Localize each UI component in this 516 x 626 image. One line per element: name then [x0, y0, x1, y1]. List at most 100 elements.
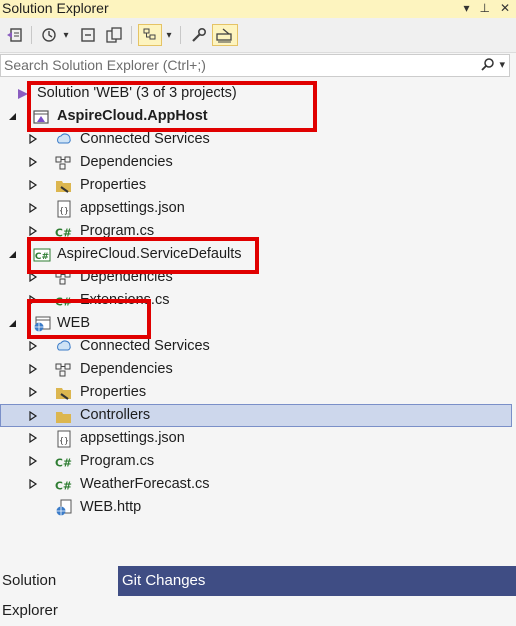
collapsed-arrow-icon[interactable]: [27, 455, 39, 467]
close-icon[interactable]: ✕: [500, 0, 510, 16]
csharp-file-icon: C#: [55, 223, 73, 241]
collapsed-arrow-icon[interactable]: [27, 432, 39, 444]
dependencies-icon: [55, 154, 73, 172]
history-dropdown-icon[interactable]: ▾: [61, 24, 71, 46]
connected-services-icon: [55, 131, 73, 149]
solution-icon: [14, 85, 32, 103]
sync-dropdown-icon[interactable]: ▾: [164, 24, 174, 46]
search-icons: ▾: [481, 57, 505, 71]
solution-node[interactable]: Solution 'WEB' (3 of 3 projects): [0, 82, 512, 105]
collapsed-arrow-icon[interactable]: [27, 179, 39, 191]
tree-item-label: Controllers: [80, 407, 151, 423]
dropdown-arrow-icon[interactable]: ▾: [463, 0, 469, 16]
expanded-arrow-icon[interactable]: [6, 248, 18, 260]
collapsed-arrow-icon[interactable]: [27, 202, 39, 214]
tree-item-properties[interactable]: Properties: [0, 381, 512, 404]
solution-label: Solution 'WEB' (3 of 3 projects): [37, 85, 237, 101]
svg-text:{}: {}: [59, 436, 69, 445]
tree-item-label: Properties: [80, 177, 147, 193]
project-web[interactable]: WEB: [0, 312, 512, 335]
tree-item-program-cs[interactable]: C# Program.cs: [0, 220, 512, 243]
tree-item-label: WEB.http: [80, 499, 142, 515]
tree-item-appsettings[interactable]: {} appsettings.json: [0, 197, 512, 220]
folder-icon: [55, 408, 73, 426]
tree-item-web-http[interactable]: WEB.http: [0, 496, 512, 519]
svg-text:{}: {}: [59, 206, 69, 215]
switch-views-icon[interactable]: [4, 24, 26, 46]
tree-item-controllers[interactable]: Controllers: [0, 404, 512, 427]
csharp-file-icon: C#: [55, 292, 73, 310]
svg-text:C#: C#: [55, 296, 72, 309]
tree-item-dependencies[interactable]: Dependencies: [0, 358, 512, 381]
collapsed-arrow-icon[interactable]: [27, 386, 39, 398]
tree-item-program-cs[interactable]: C# Program.cs: [0, 450, 512, 473]
web-label: WEB: [57, 315, 91, 331]
collapsed-arrow-icon[interactable]: [27, 410, 39, 422]
search-input[interactable]: [1, 55, 444, 75]
tree-item-label: Properties: [80, 384, 147, 400]
apphost-project-icon: [32, 108, 50, 126]
tree-item-label: Dependencies: [80, 361, 173, 377]
tree-item-appsettings[interactable]: {} appsettings.json: [0, 427, 512, 450]
svg-text:C#: C#: [35, 252, 49, 262]
collapse-all-icon[interactable]: [77, 24, 99, 46]
toolbar-separator: [131, 26, 132, 44]
collapsed-arrow-icon[interactable]: [27, 340, 39, 352]
toolbar-separator: [180, 26, 181, 44]
search-box: ▾: [0, 54, 510, 77]
tree-item-label: WeatherForecast.cs: [80, 476, 210, 492]
collapsed-arrow-icon[interactable]: [27, 225, 39, 237]
project-servicedefaults[interactable]: C# AspireCloud.ServiceDefaults: [0, 243, 512, 266]
window-title: Solution Explorer: [2, 0, 109, 16]
tree-item-label: Program.cs: [80, 453, 155, 469]
collapsed-arrow-icon[interactable]: [27, 294, 39, 306]
project-apphost[interactable]: AspireCloud.AppHost: [0, 105, 512, 128]
tree-item-connected-services[interactable]: Connected Services: [0, 128, 512, 151]
tree-item-label: Dependencies: [80, 154, 173, 170]
tree-item-weatherforecast-cs[interactable]: C# WeatherForecast.cs: [0, 473, 512, 496]
history-icon[interactable]: [38, 24, 60, 46]
json-file-icon: {}: [55, 200, 73, 218]
dependencies-icon: [55, 361, 73, 379]
svg-text:C#: C#: [55, 457, 72, 470]
servicedefaults-label: AspireCloud.ServiceDefaults: [57, 246, 242, 262]
tab-git-changes[interactable]: Git Changes: [120, 566, 207, 596]
tree-item-label: Connected Services: [80, 131, 210, 147]
dependencies-icon: [55, 269, 73, 287]
show-all-files-icon[interactable]: [103, 24, 125, 46]
tree-item-label: Dependencies: [80, 269, 173, 285]
json-file-icon: {}: [55, 430, 73, 448]
collapsed-arrow-icon[interactable]: [27, 478, 39, 490]
csharp-project-icon: C#: [33, 246, 51, 264]
expanded-arrow-icon[interactable]: [6, 110, 18, 122]
search-options-dropdown-icon[interactable]: ▾: [499, 58, 505, 71]
search-icon[interactable]: [481, 57, 495, 71]
toolbar-separator: [31, 26, 32, 44]
properties-icon[interactable]: [188, 24, 210, 46]
csharp-file-icon: C#: [55, 476, 73, 494]
tree-item-dependencies[interactable]: Dependencies: [0, 266, 512, 289]
sync-icon[interactable]: [138, 24, 162, 46]
tree-item-properties[interactable]: Properties: [0, 174, 512, 197]
apphost-label: AspireCloud.AppHost: [57, 108, 208, 124]
tree-item-dependencies[interactable]: Dependencies: [0, 151, 512, 174]
http-file-icon: [55, 499, 73, 517]
collapsed-arrow-icon[interactable]: [27, 271, 39, 283]
window-title-bar: Solution Explorer ▾ ⊥ ✕: [0, 0, 516, 18]
expanded-arrow-icon[interactable]: [6, 317, 18, 329]
tree-item-label: Extensions.cs: [80, 292, 170, 308]
collapsed-arrow-icon[interactable]: [27, 133, 39, 145]
pin-icon[interactable]: ⊥: [479, 0, 489, 16]
tree-item-connected-services[interactable]: Connected Services: [0, 335, 512, 358]
preview-selected-icon[interactable]: [212, 24, 238, 46]
tab-solution-explorer[interactable]: Solution Explorer: [0, 566, 118, 619]
collapsed-arrow-icon[interactable]: [27, 363, 39, 375]
tree-item-extensions-cs[interactable]: C# Extensions.cs: [0, 289, 512, 312]
collapsed-arrow-icon[interactable]: [27, 156, 39, 168]
svg-text:C#: C#: [55, 227, 72, 240]
title-bar-icons: ▾ ⊥ ✕: [463, 0, 510, 16]
bottom-tab-bar: Solution Explorer Git Changes: [0, 566, 516, 619]
properties-folder-icon: [55, 177, 73, 195]
solution-tree: Solution 'WEB' (3 of 3 projects) AspireC…: [0, 80, 516, 565]
csharp-file-icon: C#: [55, 453, 73, 471]
